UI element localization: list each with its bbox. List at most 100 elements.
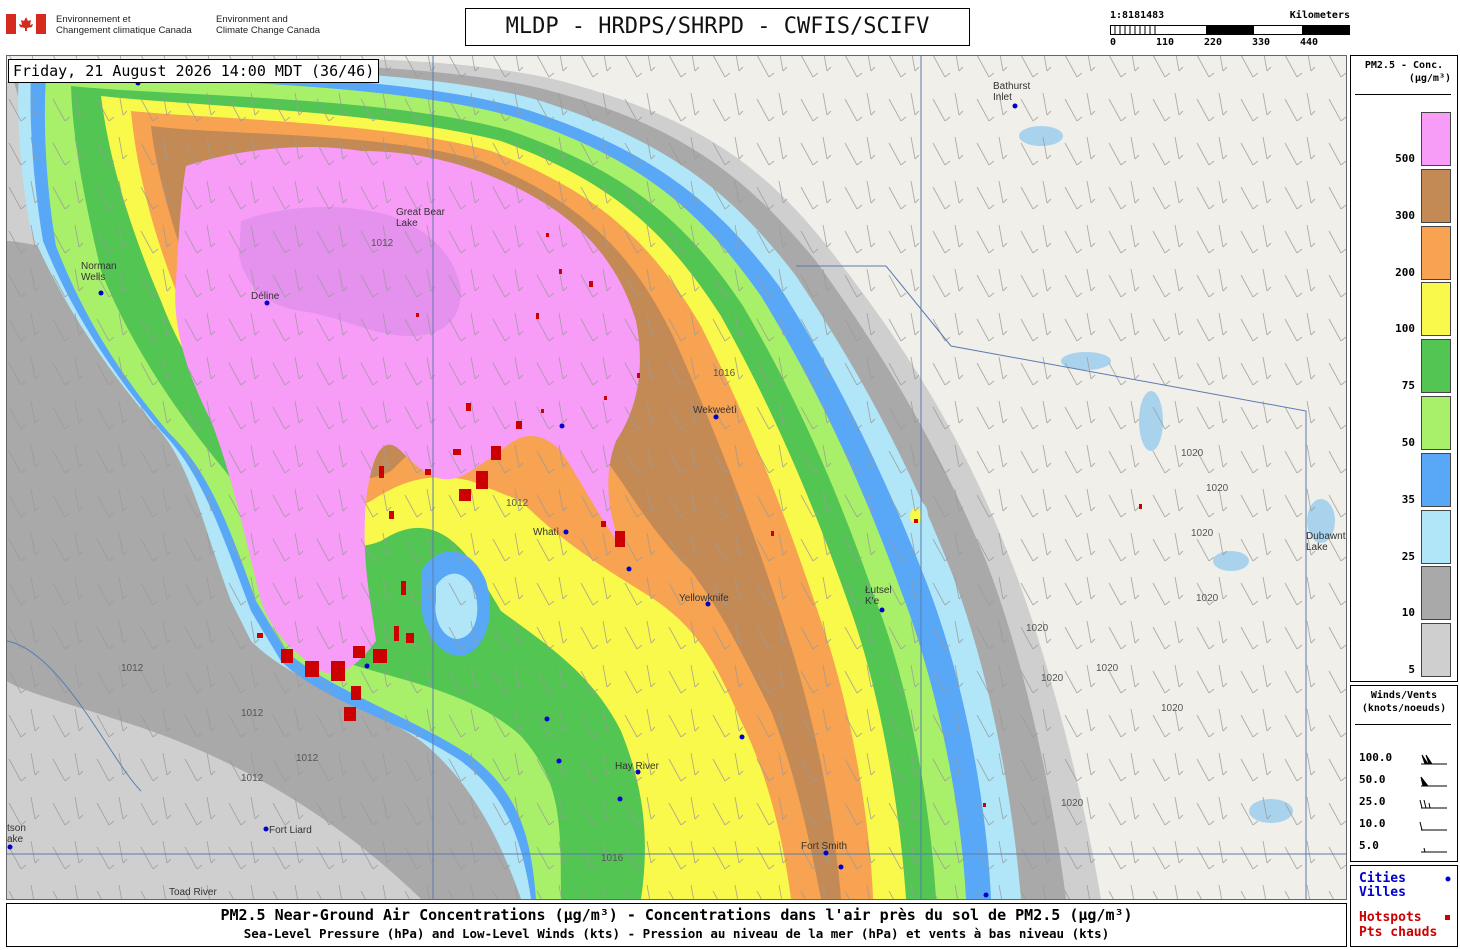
hotspot <box>281 649 293 663</box>
footer-line-2: Sea-Level Pressure (hPa) and Low-Level W… <box>243 926 1110 941</box>
city-dot <box>626 566 632 572</box>
scale-tick-2: 220 <box>1204 37 1223 48</box>
label-yellowknife: Yellowknife <box>679 593 729 604</box>
city-dot-bathurst <box>1012 103 1018 109</box>
pm25-bin-label: 300 <box>1395 208 1415 222</box>
wind-legend-title: Winds/Vents <box>1370 690 1438 701</box>
pm25-bin-200: 200 <box>1351 225 1457 283</box>
isobar-1012-f: 1012 <box>506 498 529 509</box>
hotspot <box>459 489 471 501</box>
pm25-bin-100: 100 <box>1351 282 1457 339</box>
label-deline: Déline <box>251 291 280 302</box>
pm25-swatch <box>1421 282 1451 337</box>
pm25-bin-label: 5 <box>1408 663 1415 677</box>
wind-value: 10.0 <box>1359 817 1386 830</box>
pm25-bin-label: 10 <box>1401 606 1415 620</box>
hotspot <box>379 466 384 478</box>
wind-row-50: 50.0 <box>1351 773 1457 793</box>
pm25-bin-35: 35 <box>1351 452 1457 510</box>
canada-flag-icon <box>6 14 46 34</box>
city-dot <box>617 796 623 802</box>
pm25-legend: PM2.5 - Conc. (μg/m³) 500 300 200 100 75 50 35… <box>1350 55 1458 682</box>
city-dot-icon <box>1445 876 1451 882</box>
pm25-bin-label: 100 <box>1395 322 1415 336</box>
wind-value: 25.0 <box>1359 795 1386 808</box>
hotspot <box>331 661 345 681</box>
city-dot <box>544 716 550 722</box>
header: Environnement et Changement climatique C… <box>0 0 1460 52</box>
isobar-1020-d: 1020 <box>1196 593 1219 604</box>
pm25-bin-25: 25 <box>1351 509 1457 567</box>
isobar-1012-d: 1012 <box>296 753 319 764</box>
hotspot <box>541 409 544 413</box>
isobar-1020-c: 1020 <box>1191 528 1214 539</box>
isobar-1016-a: 1016 <box>713 368 736 379</box>
hotspot <box>476 471 488 489</box>
pm25-bin-label: 50 <box>1401 436 1415 449</box>
city-dot <box>556 758 562 764</box>
city-dot-lutselke <box>879 607 885 613</box>
hotspot <box>615 531 625 547</box>
hotspot <box>416 313 419 317</box>
label-fort-liard: Fort Liard <box>269 825 312 836</box>
map-svg: 1012 1012 1012 1012 1012 1012 1016 1016 … <box>7 56 1346 899</box>
wind-barb-10-icon <box>1419 821 1447 831</box>
hotspot <box>589 281 593 287</box>
hotspot <box>453 449 461 455</box>
label-toad-river: Toad River <box>169 887 217 898</box>
pm25-bin-label: 200 <box>1395 265 1415 279</box>
wind-row-5: 5.0 <box>1351 839 1457 859</box>
wind-barb-5-icon <box>1421 847 1447 853</box>
isobar-1012-c: 1012 <box>241 708 264 719</box>
scale-bar: 1:8181483 Kilometers 0 110 220 330 440 <box>1110 10 1350 50</box>
gov-fr-line1: Environnement et <box>56 14 131 25</box>
city-dot <box>838 864 844 870</box>
scale-tick-1: 110 <box>1156 37 1175 48</box>
isobar-1012-e: 1012 <box>241 773 264 784</box>
hotspot <box>637 373 640 378</box>
hotspot <box>983 803 986 807</box>
hotspot <box>546 233 549 237</box>
hotspot-square-icon <box>1445 915 1450 920</box>
pm25-bin-5: 5 <box>1351 623 1457 680</box>
label-fort-smith: Fort Smith <box>801 841 847 852</box>
isobar-1020-e: 1020 <box>1026 623 1049 634</box>
wind-value: 50.0 <box>1359 773 1386 786</box>
hotspot <box>536 313 539 319</box>
villes-label: Villes <box>1359 885 1406 900</box>
scale-ratio: 1:8181483 <box>1110 10 1165 21</box>
legend-divider <box>1355 94 1451 95</box>
pm25-swatch <box>1421 509 1451 564</box>
map-canvas[interactable]: 1012 1012 1012 1012 1012 1012 1016 1016 … <box>6 55 1347 900</box>
isobar-1016-b: 1016 <box>601 853 624 864</box>
pm25-bin-label: 75 <box>1401 379 1415 393</box>
city-dot <box>983 892 989 898</box>
hotspot <box>389 511 394 519</box>
wind-legend: Winds/Vents (knots/noeuds) 100.0 50.0 25… <box>1350 685 1458 862</box>
hotspot <box>601 521 606 527</box>
isobar-1012-b: 1012 <box>121 663 144 674</box>
hotspot <box>914 519 918 523</box>
label-whati: Whatì <box>533 527 559 538</box>
hotspot <box>1139 504 1142 509</box>
wind-barb-field <box>7 56 1346 899</box>
label-hay-river: Hay River <box>615 761 660 772</box>
footer-line-1: PM2.5 Near-Ground Air Concentrations (μg… <box>220 906 1133 924</box>
pm25-swatch <box>1421 168 1451 223</box>
cities-label: Cities <box>1359 871 1406 886</box>
isobar-1020-i: 1020 <box>1061 798 1084 809</box>
pm25-swatch <box>1421 566 1451 621</box>
wind-barb-25-icon <box>1419 799 1447 809</box>
gov-name-fr: Environnement et Changement climatique C… <box>56 14 192 36</box>
hotspot <box>406 633 414 643</box>
hotspot <box>425 469 431 475</box>
label-watson-lake: tson ake <box>7 823 26 845</box>
hotspot <box>305 661 319 677</box>
pm25-swatch <box>1421 112 1451 166</box>
product-title: MLDP - HRDPS/SHRPD - CWFIS/SCIFV <box>465 8 970 46</box>
city-dot-norman-wells <box>98 290 104 296</box>
hotspot <box>604 396 607 400</box>
hotspot <box>344 707 356 721</box>
pts-chauds-label: Pts chauds <box>1359 925 1438 940</box>
hotspots-label: Hotspots <box>1359 910 1422 925</box>
